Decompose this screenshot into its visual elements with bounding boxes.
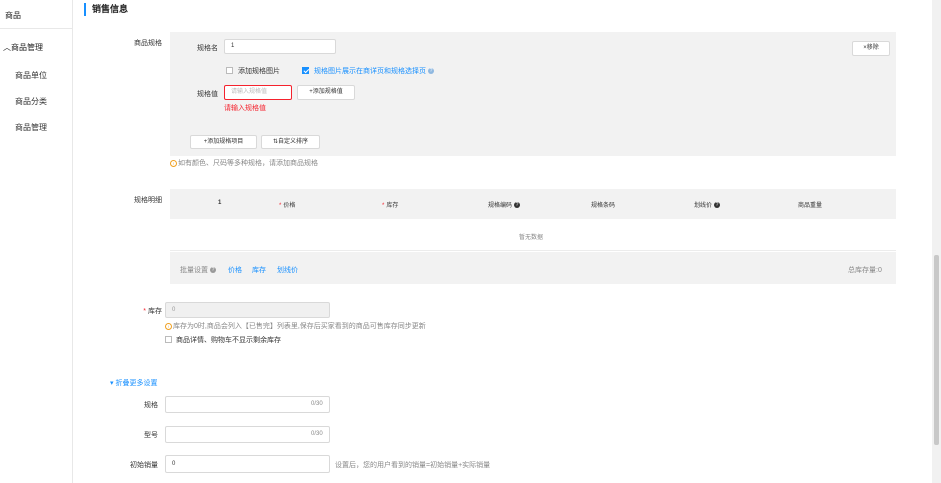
sidebar-divider — [0, 28, 72, 29]
info-icon: ! — [165, 322, 172, 330]
sidebar-top-label[interactable]: 商品 — [5, 10, 21, 21]
stock-label-text: 库存 — [148, 308, 162, 315]
show-spec-image-checkbox[interactable] — [302, 67, 309, 74]
batch-strike-price-link[interactable]: 划线价 — [277, 265, 298, 275]
collapse-more-label: 折叠更多设置 — [115, 380, 158, 387]
field-model-counter: 0/30 — [311, 431, 323, 437]
col-spec-barcode: 规格条码 — [591, 203, 616, 209]
col-price-label: 价格 — [283, 203, 296, 209]
hide-stock-label: 商品详情、购物车不显示剩余库存 — [176, 337, 281, 344]
section-title: 销售信息 — [84, 3, 128, 16]
custom-sort-button[interactable]: ⇅自定义排序 — [261, 135, 320, 149]
add-spec-image-label: 添加规格图片 — [238, 68, 280, 75]
scrollbar-thumb[interactable] — [934, 255, 939, 445]
col-price: * 价格 — [279, 200, 295, 209]
chevron-up-icon: ︿ — [3, 43, 11, 52]
field-initial-sales-label: 初始销量 — [130, 462, 158, 469]
col-spec-code: 规格编码? — [488, 200, 521, 209]
sidebar-item-unit[interactable]: 商品单位 — [15, 70, 47, 81]
required-mark: * — [382, 203, 385, 209]
help-icon[interactable]: ? — [514, 202, 521, 209]
required-mark: * — [143, 308, 146, 315]
spec-label: 商品规格 — [134, 40, 162, 47]
stock-hint: ! 库存为0时,商品会列入【已售完】列表里,保存后买家看到的商品可售库存同步更新 — [165, 321, 426, 331]
batch-stock-link[interactable]: 库存 — [252, 265, 266, 275]
spec-value-input[interactable]: 请输入规格值 — [224, 85, 292, 100]
stock-label: * 库存 — [118, 306, 162, 316]
sidebar-group-goods-management[interactable]: ︿商品管理 — [3, 42, 43, 53]
hide-stock-checkbox[interactable] — [165, 336, 172, 343]
remove-spec-button[interactable]: ×移除 — [852, 41, 890, 56]
help-icon[interactable]: ? — [428, 68, 434, 75]
spec-value-label: 规格值 — [197, 91, 218, 98]
stock-hint-text: 库存为0时,商品会列入【已售完】列表里,保存后买家看到的商品可售库存同步更新 — [173, 323, 426, 330]
col-spec-code-label: 规格编码 — [488, 203, 513, 209]
col-weight: 商品重量 — [798, 203, 823, 209]
field-model-input[interactable] — [165, 426, 330, 443]
sidebar: 商品 ︿商品管理 商品单位 商品分类 商品管理 — [0, 0, 73, 483]
col-spec-1: 1 — [218, 200, 222, 206]
batch-price-link[interactable]: 价格 — [228, 265, 242, 275]
add-spec-item-button[interactable]: +添加规格项目 — [190, 135, 257, 149]
add-spec-value-button[interactable]: +添加规格值 — [297, 85, 355, 100]
info-icon: ! — [170, 159, 177, 167]
stock-input[interactable]: 0 — [165, 302, 330, 318]
add-spec-image-checkbox[interactable] — [226, 67, 233, 74]
sidebar-group-label: 商品管理 — [11, 43, 43, 52]
sidebar-item-goods[interactable]: 商品管理 — [15, 122, 47, 133]
batch-label: 批量设置 — [180, 267, 208, 274]
spec-hint-text: 如有颜色、尺码等多种规格，请添加商品规格 — [178, 160, 318, 167]
col-strike-price: 划线价? — [694, 200, 721, 209]
spec-hint: ! 如有颜色、尺码等多种规格，请添加商品规格 — [170, 158, 318, 168]
required-mark: * — [279, 203, 282, 209]
field-spec-label: 规格 — [144, 402, 158, 409]
spec-name-input[interactable]: 1 — [224, 39, 336, 54]
collapse-more-settings[interactable]: ▾ 折叠更多设置 — [110, 378, 157, 388]
col-stock-label: 库存 — [386, 203, 399, 209]
detail-label: 规格明细 — [134, 197, 162, 204]
spec-name-label: 规格名 — [197, 45, 218, 52]
field-initial-sales-input[interactable]: 0 — [165, 455, 330, 473]
field-model-label: 型号 — [144, 432, 158, 439]
sidebar-item-category[interactable]: 商品分类 — [15, 96, 47, 107]
field-spec-input[interactable] — [165, 396, 330, 413]
total-stock: 总库存量:0 — [848, 267, 882, 274]
help-icon[interactable]: ? — [714, 202, 721, 209]
table-empty: 暂无数据 — [519, 235, 544, 241]
batch-settings: 批量设置? — [180, 265, 216, 275]
show-spec-image-label: 规格图片展示在商详页和规格选择页 — [314, 68, 426, 75]
col-strike-price-label: 划线价 — [694, 203, 713, 209]
custom-sort-label: 自定义排序 — [278, 139, 309, 145]
page-scrollbar[interactable] — [932, 0, 941, 483]
col-stock: * 库存 — [382, 200, 398, 209]
spec-value-error: 请输入规格值 — [224, 105, 266, 112]
field-spec-counter: 0/30 — [311, 401, 323, 407]
show-spec-image-text: 规格图片展示在商详页和规格选择页? — [314, 66, 434, 76]
help-icon[interactable]: ? — [210, 267, 216, 274]
initial-sales-hint: 设置后，您的用户看到的销量=初始销量+实际销量 — [335, 462, 491, 469]
